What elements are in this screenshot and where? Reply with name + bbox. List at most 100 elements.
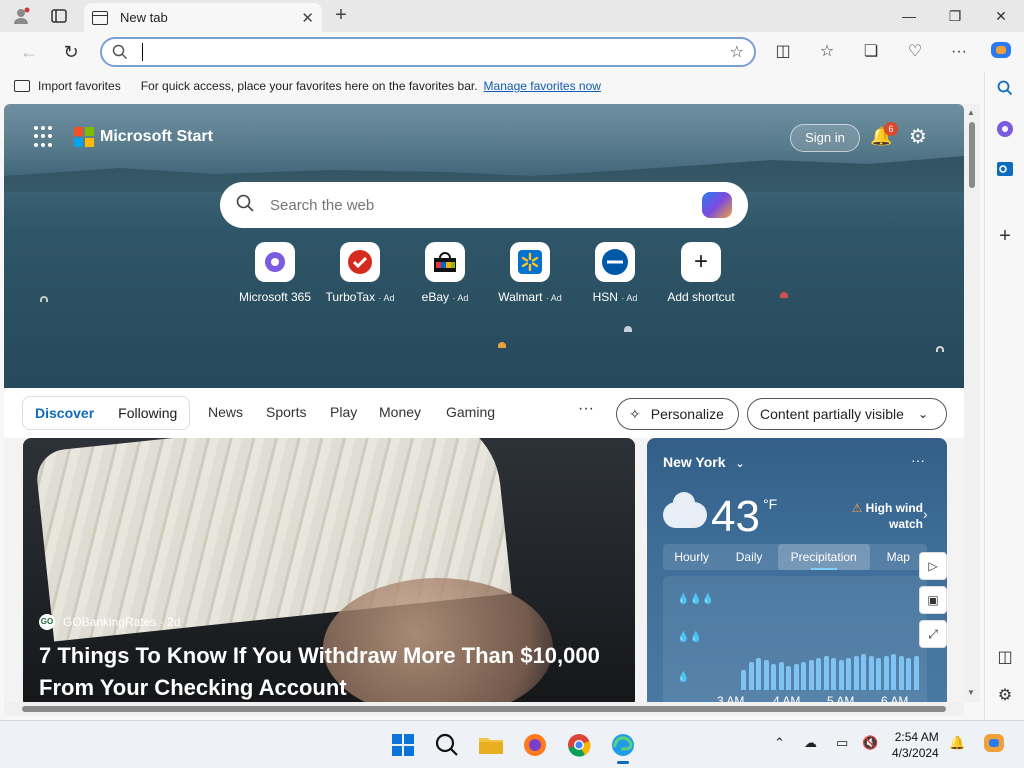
article-source: GO GOBankingRates · 2d bbox=[39, 614, 180, 630]
minimize-button[interactable]: — bbox=[886, 4, 932, 28]
search-icon[interactable] bbox=[433, 731, 461, 759]
shortcut-ebay[interactable]: eBay · Ad bbox=[400, 242, 490, 304]
add-shortcut-button[interactable]: + Add shortcut bbox=[656, 242, 746, 304]
address-input[interactable] bbox=[149, 44, 730, 60]
image-icon[interactable]: ▣ bbox=[919, 586, 947, 614]
copilot-icon[interactable] bbox=[988, 40, 1014, 64]
browser-essentials-icon[interactable]: ♡ bbox=[902, 40, 928, 64]
split-screen-icon[interactable]: ◫ bbox=[770, 40, 796, 64]
personalize-icon: ✧ bbox=[629, 405, 641, 422]
system-clock[interactable]: 2:54 AM 4/3/2024 bbox=[892, 729, 939, 761]
sign-in-button[interactable]: Sign in bbox=[790, 124, 860, 152]
volume-muted-icon[interactable]: 🔇 bbox=[862, 735, 878, 751]
warning-icon: ⚠ bbox=[851, 501, 863, 515]
scroll-up-icon[interactable]: ▲ bbox=[967, 108, 975, 117]
manage-favorites-link[interactable]: Manage favorites now bbox=[484, 79, 601, 93]
tab-following[interactable]: Following bbox=[118, 405, 177, 421]
tab-discover[interactable]: Discover bbox=[35, 405, 94, 421]
light-rain-icon: 💧 bbox=[677, 672, 690, 683]
shortcut-walmart[interactable]: Walmart · Ad bbox=[485, 242, 575, 304]
profile-icon[interactable] bbox=[8, 4, 34, 28]
display-icon[interactable]: ▭ bbox=[836, 735, 848, 751]
nav-news[interactable]: News bbox=[208, 404, 243, 420]
shortcut-turbotax[interactable]: TurboTax · Ad bbox=[315, 242, 405, 304]
close-tab-icon[interactable]: ✕ bbox=[301, 9, 314, 27]
precipitation-bar bbox=[808, 660, 814, 690]
nav-money[interactable]: Money bbox=[379, 404, 421, 420]
shortcut-microsoft-365[interactable]: Microsoft 365 bbox=[230, 242, 320, 304]
edge-sidebar: + ◫ ⚙ bbox=[984, 72, 1024, 720]
precipitation-bar bbox=[876, 658, 881, 690]
weather-more-icon[interactable]: ··· bbox=[911, 452, 925, 468]
expand-icon[interactable]: ⤢ bbox=[919, 620, 947, 648]
network-icon[interactable]: ☁ bbox=[804, 735, 817, 751]
close-window-button[interactable]: ✕ bbox=[978, 4, 1024, 28]
chevron-right-icon[interactable]: › bbox=[923, 506, 928, 522]
more-categories-button[interactable]: ··· bbox=[578, 400, 594, 418]
shortcut-hsn[interactable]: HSN · Ad bbox=[570, 242, 660, 304]
sidebar-settings-icon[interactable]: ⚙ bbox=[993, 684, 1017, 708]
page-settings-gear-icon[interactable]: ⚙ bbox=[909, 124, 927, 149]
tab-hourly[interactable]: Hourly bbox=[663, 544, 720, 570]
import-favorites-button[interactable]: Import favorites bbox=[14, 79, 121, 93]
kite-decoration bbox=[780, 292, 788, 298]
app-launcher-icon[interactable] bbox=[34, 126, 56, 148]
notification-bell-icon[interactable]: 🔔 bbox=[949, 735, 965, 751]
refresh-button[interactable]: ↻ bbox=[58, 40, 84, 64]
nav-play[interactable]: Play bbox=[330, 404, 357, 420]
copilot-preview-icon[interactable] bbox=[982, 731, 1006, 758]
precipitation-bar bbox=[846, 658, 851, 690]
nav-sports[interactable]: Sports bbox=[266, 404, 306, 420]
firefox-icon[interactable] bbox=[521, 731, 549, 759]
weather-location-dropdown[interactable]: New York ⌄ bbox=[663, 454, 745, 470]
precipitation-bar bbox=[883, 656, 889, 690]
edge-icon[interactable] bbox=[609, 731, 637, 764]
settings-more-icon[interactable]: ··· bbox=[946, 40, 972, 64]
web-search-box[interactable] bbox=[220, 182, 748, 228]
hero-background: Microsoft Start Sign in 🔔6 ⚙ Microsoft 3… bbox=[4, 104, 964, 388]
favorite-star-icon[interactable]: ☆ bbox=[730, 42, 744, 62]
file-explorer-icon[interactable] bbox=[477, 731, 505, 759]
copilot-sidebar-icon[interactable] bbox=[993, 120, 1017, 144]
show-hidden-icons-chevron[interactable]: ⌃ bbox=[774, 735, 785, 751]
notifications-bell-icon[interactable]: 🔔 6 bbox=[870, 122, 898, 150]
collections-icon[interactable]: ❏ bbox=[858, 40, 884, 64]
active-app-indicator bbox=[617, 761, 629, 764]
scroll-thumb[interactable] bbox=[22, 706, 946, 712]
horizontal-scrollbar[interactable] bbox=[4, 702, 964, 716]
scroll-down-icon[interactable]: ▼ bbox=[967, 688, 975, 697]
scroll-thumb[interactable] bbox=[969, 122, 975, 188]
browser-toolbar: ← ↻ ☆ ◫ ☆ ❏ ♡ ··· bbox=[0, 32, 1024, 72]
new-tab-button[interactable]: + bbox=[330, 4, 352, 28]
kite-decoration bbox=[936, 346, 944, 352]
article-headline[interactable]: 7 Things To Know If You Withdraw More Th… bbox=[39, 640, 619, 702]
tab-precipitation[interactable]: Precipitation bbox=[777, 544, 870, 570]
address-bar[interactable]: ☆ bbox=[100, 37, 756, 67]
tab-new-tab[interactable]: New tab ✕ bbox=[84, 3, 322, 32]
outlook-icon[interactable] bbox=[993, 160, 1017, 184]
nav-gaming[interactable]: Gaming bbox=[446, 404, 495, 420]
tab-daily[interactable]: Daily bbox=[720, 544, 777, 570]
weather-alert[interactable]: ⚠ High wind watch bbox=[833, 500, 923, 532]
content-visibility-dropdown[interactable]: Content partially visible ⌄ bbox=[747, 398, 947, 430]
cloudy-weather-icon bbox=[663, 492, 707, 528]
hide-sidebar-icon[interactable]: ◫ bbox=[993, 646, 1017, 670]
walmart-icon bbox=[510, 242, 550, 282]
search-icon[interactable] bbox=[993, 80, 1017, 104]
web-search-input[interactable] bbox=[270, 196, 702, 214]
personalize-button[interactable]: ✧ Personalize bbox=[616, 398, 739, 430]
add-sidebar-app-icon[interactable]: + bbox=[993, 224, 1017, 248]
article-card[interactable]: GO GOBankingRates · 2d 7 Things To Know … bbox=[23, 438, 635, 702]
favorites-icon[interactable]: ☆ bbox=[814, 40, 840, 64]
play-icon[interactable]: ▷ bbox=[919, 552, 947, 580]
copilot-search-icon[interactable] bbox=[702, 192, 732, 218]
precipitation-bar bbox=[786, 666, 791, 690]
kite-decoration bbox=[498, 342, 506, 348]
start-menu-icon[interactable] bbox=[389, 731, 417, 759]
weather-card[interactable]: New York ⌄ ··· 43 °F ⚠ High wind watch ›… bbox=[647, 438, 947, 702]
back-button[interactable]: ← bbox=[16, 40, 42, 64]
vertical-scrollbar[interactable]: ▲ ▼ bbox=[964, 104, 980, 702]
restore-button[interactable]: ❐ bbox=[932, 4, 978, 28]
chrome-icon[interactable] bbox=[565, 731, 593, 759]
tab-actions-icon[interactable] bbox=[46, 4, 72, 28]
